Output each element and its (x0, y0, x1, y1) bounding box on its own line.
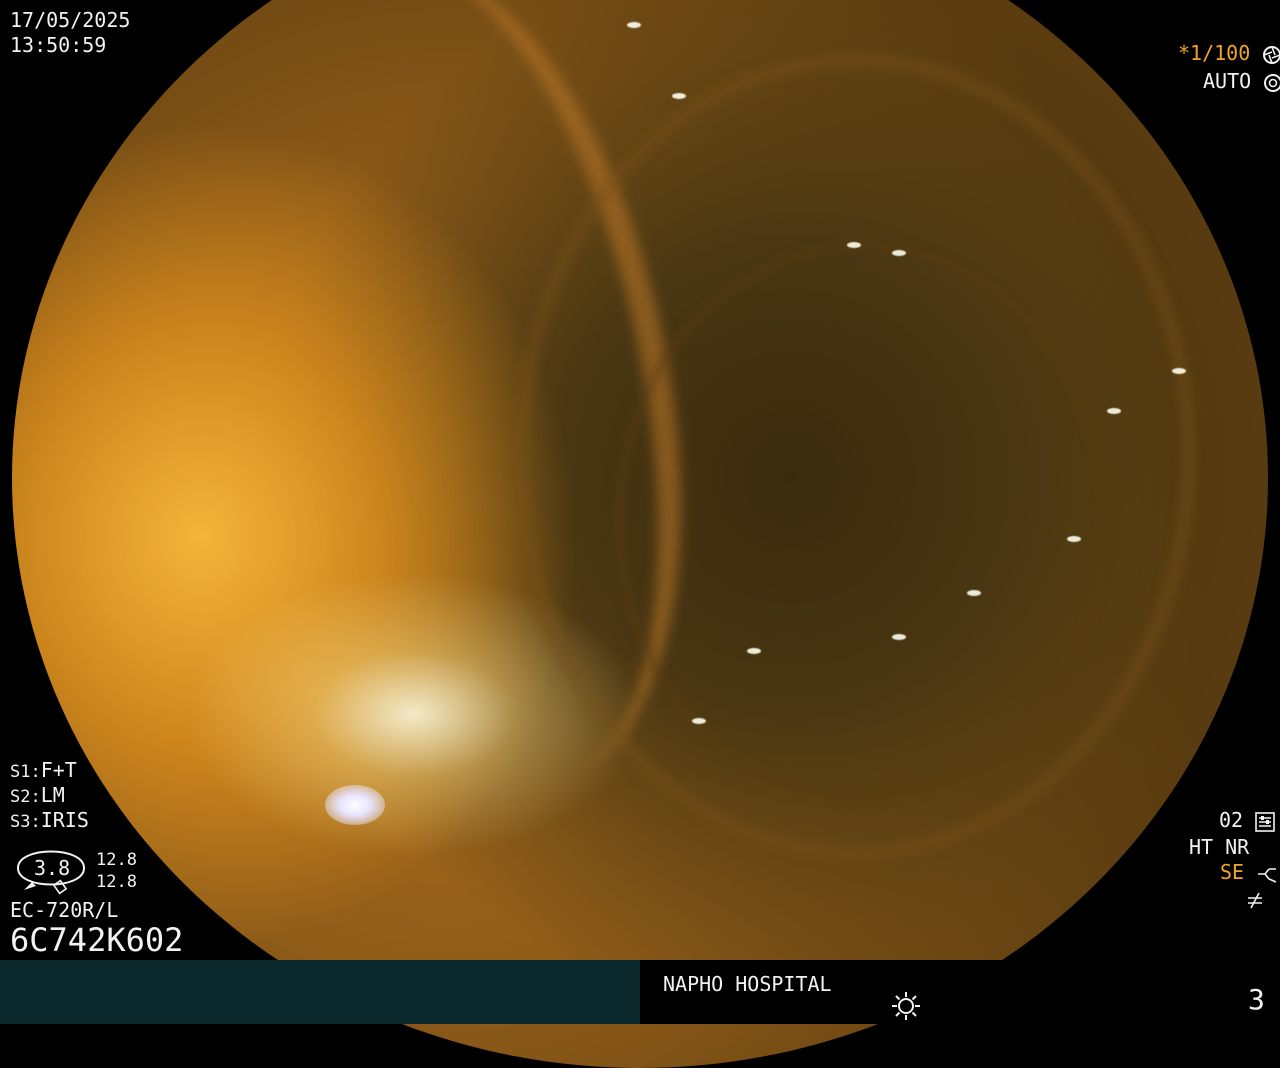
setting-s1-key: S1: (10, 762, 41, 782)
mucosal-fold (614, 242, 1109, 801)
ht-nr-indicator: HT NR (1189, 835, 1249, 859)
scope-serial: 6C742K602 (10, 921, 184, 959)
setting-s3-value: IRIS (40, 808, 89, 832)
light-reflection (747, 648, 761, 654)
iris-lower-value: 12.8 (96, 872, 137, 892)
mode-indicator: 02 (1219, 808, 1275, 832)
iris-upper-value: 12.8 (96, 850, 137, 870)
pump-icon (1258, 867, 1277, 883)
setting-s1-value: F+T (40, 758, 77, 782)
not-equal-icon (1248, 892, 1262, 908)
se-indicator: SE (1220, 860, 1278, 884)
exposure-mode-label: AUTO (1203, 69, 1252, 93)
light-reflection (1067, 536, 1081, 542)
light-reflection (1172, 368, 1186, 374)
shutter-speed: *1/100 (1178, 41, 1280, 65)
light-reflection (1107, 408, 1121, 414)
endoscope-image (12, 0, 1268, 1068)
time-label: 13:50:59 (10, 33, 107, 57)
shutter-value: *1/100 (1178, 41, 1251, 65)
setting-s2: S2:LM (10, 783, 65, 809)
setting-s3-key: S3: (10, 812, 41, 832)
mode-value: 02 (1219, 808, 1244, 832)
shutter-icon (1263, 45, 1280, 64)
light-reflection (847, 242, 861, 248)
light-reflection (892, 250, 906, 256)
light-reflection (672, 93, 686, 99)
freeze-indicator (1245, 886, 1265, 910)
footer-left-bar (0, 960, 640, 1024)
setting-s1: S1:F+T (10, 758, 77, 784)
light-reflection (692, 718, 706, 724)
nr-label: NR (1225, 835, 1250, 859)
aperture-icon (1264, 73, 1280, 92)
lamp-icon (892, 992, 920, 1020)
setting-s2-key: S2: (10, 787, 41, 807)
light-reflection (892, 634, 906, 640)
page-number: 3 (1248, 983, 1265, 1016)
light-reflection (967, 590, 981, 596)
light-reflection (627, 22, 641, 28)
exposure-mode: AUTO (1203, 69, 1280, 93)
date-label: 17/05/2025 (10, 8, 131, 32)
setting-s2-value: LM (40, 783, 65, 807)
hospital-name: NAPHO HOSPITAL (663, 972, 832, 996)
scope-model: EC-720R/L (10, 898, 119, 922)
light-hotspot (325, 785, 385, 825)
settings-sliders-icon (1255, 811, 1275, 832)
setting-s3: S3:IRIS (10, 808, 89, 834)
iris-center-value: 3.8 (34, 856, 71, 880)
ht-label: HT (1189, 835, 1214, 859)
se-label: SE (1220, 860, 1245, 884)
